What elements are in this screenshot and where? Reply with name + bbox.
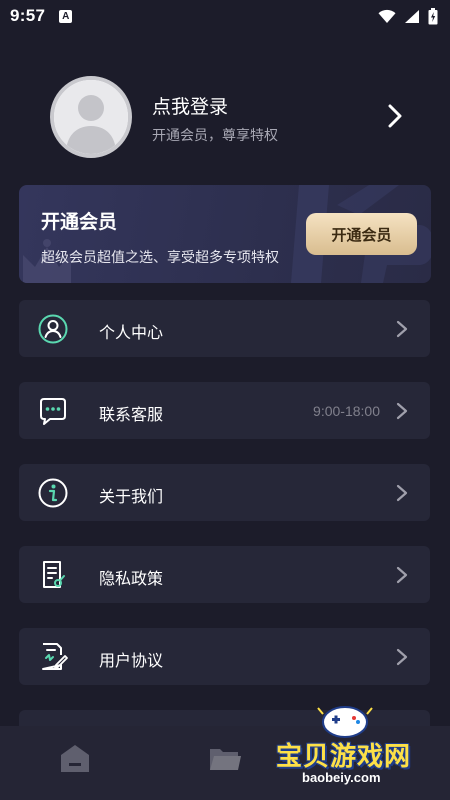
menu-item-customer-service[interactable]: 联系客服 9:00-18:00 [19, 382, 430, 439]
menu-item-label: 个人中心 [99, 325, 164, 342]
status-icons [378, 7, 438, 25]
menu-item-label: 联系客服 [99, 407, 164, 424]
chevron-right-icon [396, 320, 408, 338]
service-hours: 9:00-18:00 [313, 403, 380, 419]
vip-card: 开通会员 超级会员超值之选、享受超多专项特权 开通会员 [19, 185, 431, 283]
vip-title: 开通会员 [41, 212, 118, 233]
login-subtitle: 开通会员，尊享特权 [152, 127, 278, 143]
avatar[interactable] [50, 76, 132, 158]
vip-subtitle: 超级会员超值之选、享受超多专项特权 [41, 249, 279, 265]
status-time: 9:57 [10, 6, 46, 25]
menu-item-label: 关于我们 [99, 489, 164, 506]
chevron-right-icon [396, 566, 408, 584]
menu-item-label: 隐私政策 [99, 571, 164, 588]
battery-icon [428, 7, 438, 24]
menu-item-user-agreement[interactable]: 用户协议 [19, 628, 430, 685]
folder-icon[interactable] [208, 741, 242, 775]
profile-header[interactable]: 点我登录 开通会员，尊享特权 [0, 70, 450, 165]
open-vip-button[interactable]: 开通会员 [306, 213, 417, 255]
menu-item-label: 用户协议 [99, 653, 164, 670]
default-avatar-icon [54, 80, 128, 154]
agreement-icon [42, 643, 68, 670]
status-bar: 9:57 A [0, 0, 450, 32]
chevron-right-icon[interactable] [383, 103, 405, 129]
menu-item-about-us[interactable]: 关于我们 [19, 464, 430, 521]
watermark-url: baobeiy.com [302, 770, 381, 785]
wifi-icon [378, 9, 396, 23]
signal-icon [405, 9, 419, 23]
notification-badge: A [59, 9, 73, 23]
gamepad-logo-icon [317, 706, 373, 738]
chevron-right-icon [396, 484, 408, 502]
home-icon[interactable] [58, 741, 92, 775]
login-title[interactable]: 点我登录 [152, 92, 228, 119]
document-icon [43, 561, 65, 588]
info-icon [38, 478, 68, 508]
watermark-text: 宝贝游戏网 [276, 742, 412, 772]
user-icon [38, 314, 68, 344]
chevron-right-icon [396, 648, 408, 666]
chevron-right-icon [396, 402, 408, 420]
watermark: 宝贝游戏网 baobeiy.com [270, 700, 450, 800]
menu-item-personal-center[interactable]: 个人中心 [19, 300, 430, 357]
menu-item-privacy-policy[interactable]: 隐私政策 [19, 546, 430, 603]
chat-icon [40, 398, 66, 425]
